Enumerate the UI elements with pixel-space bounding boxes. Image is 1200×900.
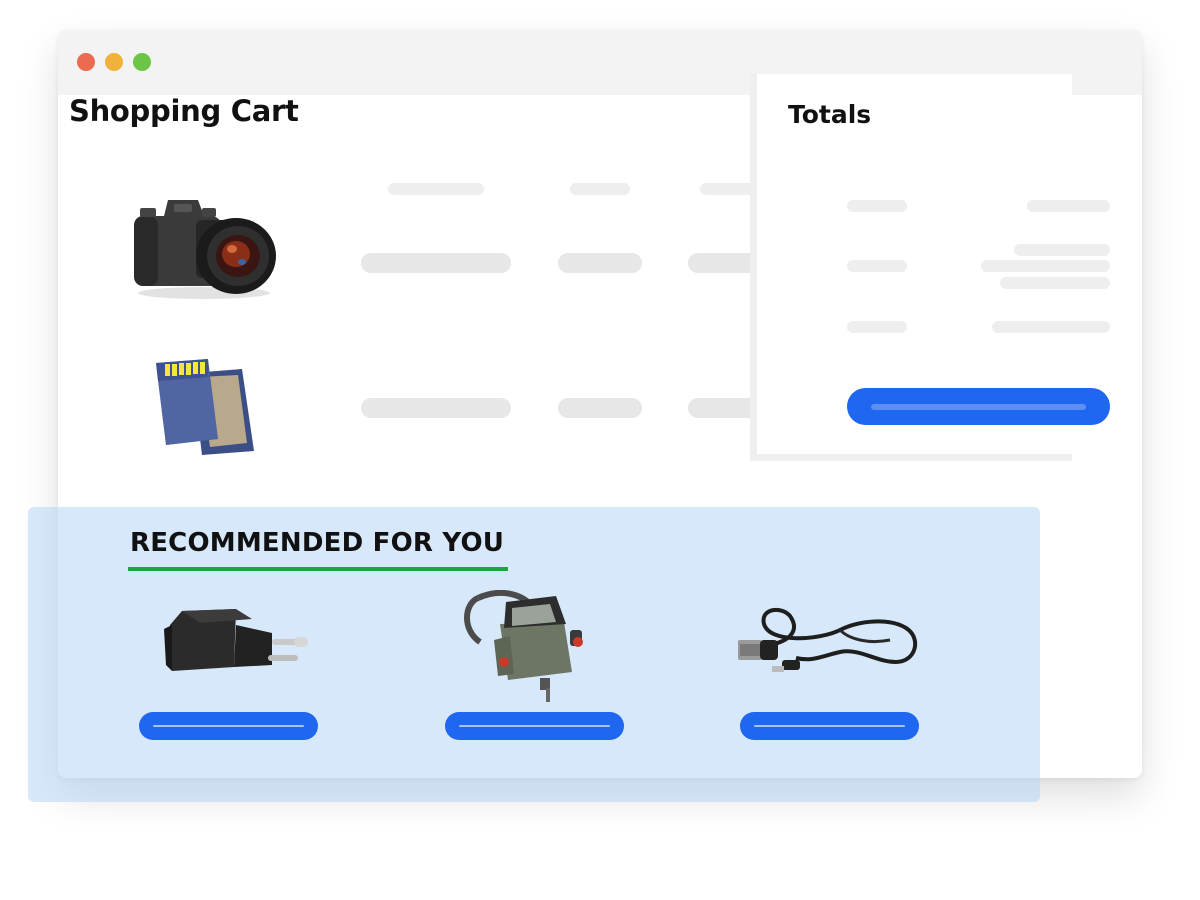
item-price-placeholder (558, 253, 642, 273)
item-name-placeholder (361, 398, 511, 418)
button-label-placeholder (153, 725, 304, 727)
shipping-label-placeholder (847, 260, 907, 272)
item-price-placeholder (558, 398, 642, 418)
add-to-cart-button[interactable] (139, 712, 318, 740)
page-title: Shopping Cart (69, 94, 299, 128)
totals-title: Totals (788, 100, 872, 129)
add-to-cart-button[interactable] (445, 712, 624, 740)
subtotal-value-placeholder (1027, 200, 1110, 212)
maximize-window-button[interactable] (133, 53, 151, 71)
checkout-button[interactable] (847, 388, 1110, 425)
camera-product-icon (134, 200, 276, 299)
button-label-placeholder (754, 725, 905, 727)
header-placeholder-price (570, 183, 630, 195)
sd-card-product-icon (156, 359, 254, 455)
usb-cable-product-icon (738, 607, 918, 672)
total-value-placeholder (992, 321, 1110, 333)
checkout-button-label-placeholder (871, 403, 1086, 410)
shipping-value-placeholder (1014, 244, 1110, 256)
shipping-value-placeholder (981, 260, 1110, 272)
recommended-title-underline (128, 567, 508, 571)
camera-bag-product-icon (464, 590, 583, 702)
close-window-button[interactable] (77, 53, 95, 71)
button-label-placeholder (459, 725, 610, 727)
total-label-placeholder (847, 321, 907, 333)
minimize-window-button[interactable] (105, 53, 123, 71)
recommended-title: RECOMMENDED FOR YOU (130, 528, 505, 558)
charger-product-icon (164, 609, 308, 671)
item-name-placeholder (361, 253, 511, 273)
add-to-cart-button[interactable] (740, 712, 919, 740)
subtotal-label-placeholder (847, 200, 907, 212)
header-placeholder-item (388, 183, 484, 195)
shipping-value-placeholder (1000, 277, 1110, 289)
